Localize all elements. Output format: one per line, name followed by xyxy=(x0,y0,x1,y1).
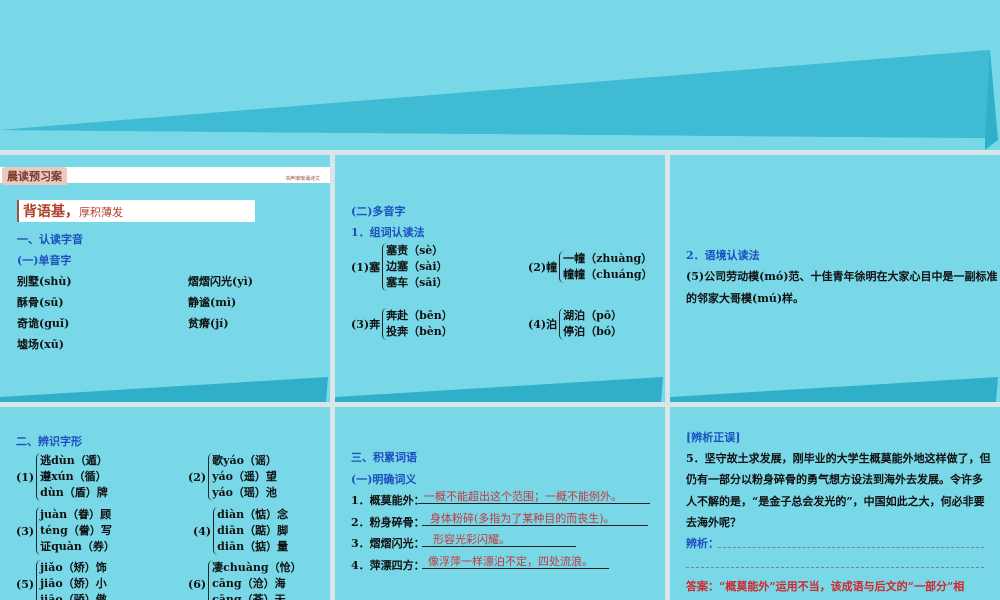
word-group: (2)幢 一幢（zhuàng） 幢幢（chuáng） xyxy=(528,251,653,283)
slide-vocab: 三、积累词语 (一)明确词义 1．概莫能外： 一概不能超出这个范围；一概不能例外… xyxy=(335,407,665,600)
slide-polyphones: (二)多音字 1．组词认读法 (1)塞 塞责（sè） 边塞（sài） 塞车（sāi） … xyxy=(335,155,665,402)
question-line: 人不解的是，“是金子总会发光的”，中国如此之大，何必非要 xyxy=(686,495,985,508)
definition: 一概不能超出这个范围；一概不能例外。 xyxy=(424,490,622,503)
definition: 形容光彩闪耀。 xyxy=(433,533,510,546)
question-line: 去海外呢？ xyxy=(686,516,741,529)
paragraph-line: 的邻家大哥模(mú)样。 xyxy=(686,292,805,305)
word-group: (2) 歌yáo（谣） yáo（遥）望 yáo（瑶）池 xyxy=(188,453,277,501)
definition: 身体粉碎(多指为了某种目的而丧生)。 xyxy=(430,512,615,525)
subheading: (一)明确词义 xyxy=(351,473,417,486)
heading: 一、认读字音 xyxy=(17,233,83,246)
question-line: 5．坚守故土求发展，刚毕业的大学生概莫能外地这样做了，但 xyxy=(686,452,991,465)
item: 贫瘠(jí) xyxy=(188,317,229,330)
word-group: (1)塞 塞责（sè） 边塞（sài） 塞车（sāi） xyxy=(351,243,448,291)
swoosh-decoration xyxy=(0,377,328,402)
term: 2．粉身碎骨： xyxy=(351,516,425,529)
banner: 背语基，厚积薄发 xyxy=(17,200,255,222)
slide-glyphs: 二、辨识字形 (1) 逃dùn（遁） 遵xún（循） dùn（盾）牌 (2) 歌yáo（… xyxy=(0,407,330,600)
word-group: (1) 逃dùn（遁） 遵xún（循） dùn（盾）牌 xyxy=(16,453,108,501)
definition: 像浮萍一样漂泊不定，四处流浪。 xyxy=(428,555,593,568)
item: 奇诡(guǐ) xyxy=(17,317,70,330)
item: 别墅(shù) xyxy=(17,275,72,288)
heading: 二、辨识字形 xyxy=(16,435,82,448)
question-line: 仍有一部分以粉身碎骨的勇气想方设法到海外去发展。令许多 xyxy=(686,473,983,486)
swoosh-decoration xyxy=(335,377,663,402)
item: 静谧(mì) xyxy=(188,296,237,309)
heading: [辨析正误] xyxy=(686,431,741,444)
subheading: (一)单音字 xyxy=(17,254,72,267)
swoosh-decoration xyxy=(670,377,998,402)
item: 酥骨(sū) xyxy=(17,296,64,309)
term: 1．概莫能外： xyxy=(351,494,425,507)
title-slide xyxy=(0,0,1000,150)
header-tab: 晨读预习案 xyxy=(2,167,67,185)
word-group: (6) 凄chuàng（怆） cāng（沧）海 cāng（苍）天 xyxy=(188,560,302,600)
answer: 答案：“概莫能外”运用不当，该成语与后文的“一部分”相 xyxy=(686,580,965,593)
word-group: (3) juàn（眷）顾 téng（誊）写 证quàn（券） xyxy=(16,507,115,555)
heading: 2．语境认读法 xyxy=(686,249,760,262)
word-group: (5) jiǎo（矫）饰 jiāo（娇）小 jiāo（骄）傲 xyxy=(16,560,107,600)
paragraph-line: (5)公司劳动模(mó)范、十佳青年徐明在大家心目中是一副标准 xyxy=(686,270,998,283)
word-group: (4) diàn（惦）念 diān（踮）脚 diān（掂）量 xyxy=(193,507,289,555)
heading: (二)多音字 xyxy=(351,205,406,218)
subheading: 1．组词认读法 xyxy=(351,226,425,239)
slide-reading: 晨读预习案 书声琅琅诵诗文 背语基，厚积薄发 一、认读字音 (一)单音字 别墅(… xyxy=(0,155,330,402)
header-right: 书声琅琅诵诗文 xyxy=(284,176,320,182)
analysis-label: 辨析： xyxy=(686,537,719,550)
slide-correction: [辨析正误] 5．坚守故土求发展，刚毕业的大学生概莫能外地这样做了，但 仍有一部… xyxy=(670,407,1000,600)
item: 熠熠闪光(yì) xyxy=(188,275,253,288)
item: 墟场(xū) xyxy=(17,338,64,351)
term: 4．萍漂四方： xyxy=(351,559,425,572)
slide-context: 2．语境认读法 (5)公司劳动模(mó)范、十佳青年徐明在大家心目中是一副标准 … xyxy=(670,155,1000,402)
term: 3．熠熠闪光： xyxy=(351,537,425,550)
heading: 三、积累词语 xyxy=(351,451,417,464)
swoosh-decoration xyxy=(0,50,998,150)
word-group: (4)泊 湖泊（pō） 停泊（bó） xyxy=(528,308,623,340)
word-group: (3)奔 奔赴（bēn） 投奔（bèn） xyxy=(351,308,453,340)
